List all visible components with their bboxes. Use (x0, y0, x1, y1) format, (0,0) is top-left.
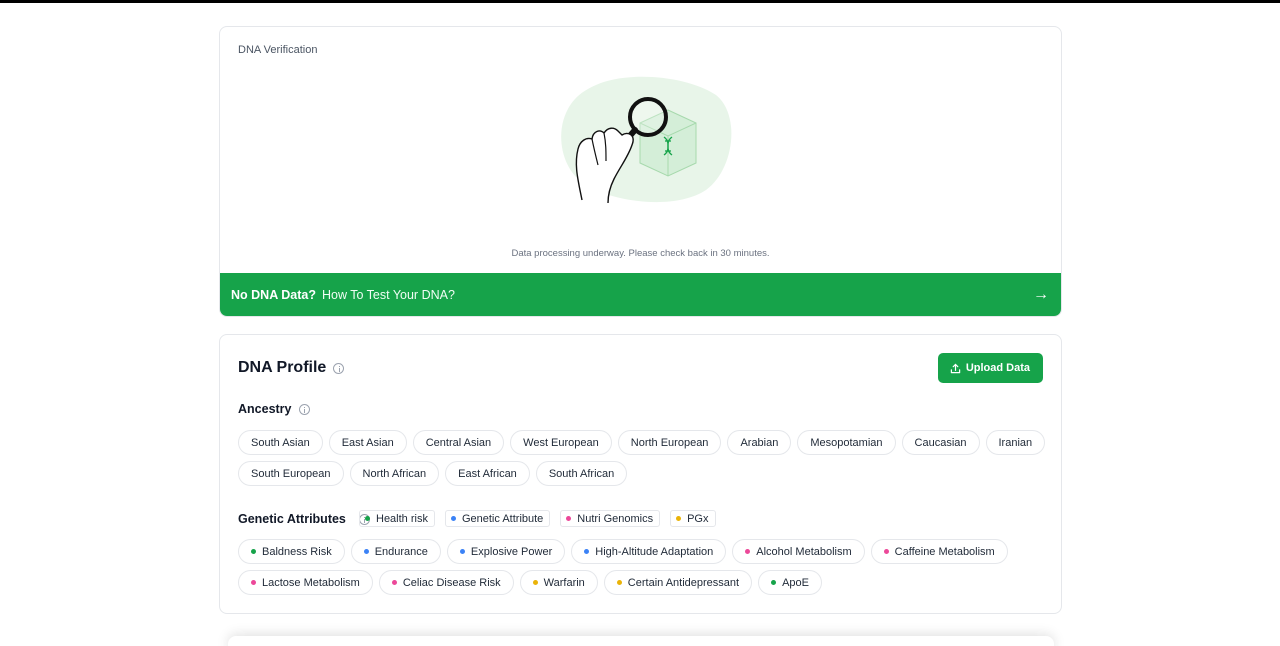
dna-verification-card: DNA Verification Data processing underwa… (219, 26, 1062, 317)
attribute-chip[interactable]: Warfarin (519, 570, 598, 595)
legend-label: Nutri Genomics (577, 512, 654, 525)
attribute-label: Warfarin (543, 576, 585, 589)
attribute-chip[interactable]: Baldness Risk (238, 539, 345, 564)
attribute-chip[interactable]: Explosive Power (446, 539, 566, 564)
dot-icon (450, 516, 456, 521)
attribute-label: Lactose Metabolism (262, 576, 360, 589)
dot-icon (566, 516, 572, 521)
profile-heading: DNA Profile (238, 359, 345, 377)
legend-pgx[interactable]: PGx (670, 510, 716, 527)
attribute-label: ApoE (782, 576, 810, 589)
dot-icon (771, 580, 777, 585)
attribute-chip[interactable]: Certain Antidepressant (603, 570, 753, 595)
upload-icon (950, 363, 961, 373)
dot-icon (251, 580, 256, 585)
dot-icon (251, 549, 256, 554)
profile-title: DNA Profile (238, 359, 327, 376)
ancestry-label: Ancestry (238, 402, 292, 416)
attribute-chip[interactable]: Endurance (350, 539, 441, 564)
attribute-label: Certain Antidepressant (627, 576, 740, 589)
legend-health-risk[interactable]: Health risk (359, 510, 435, 527)
legend-label: PGx (687, 512, 709, 525)
dot-icon (532, 580, 538, 585)
attribute-chip-row: Baldness Risk Endurance Explosive Power … (238, 539, 1014, 564)
attribute-label: Caffeine Metabolism (894, 545, 995, 558)
attribute-chip[interactable]: High-Altitude Adaptation (571, 539, 727, 564)
attribute-label: Celiac Disease Risk (402, 576, 501, 589)
dot-icon (365, 516, 370, 521)
no-dna-data-label: No DNA Data? (231, 287, 316, 302)
attribute-label: High-Altitude Adaptation (595, 545, 714, 558)
dot-icon (391, 580, 397, 585)
ancestry-chip[interactable]: South Asian (238, 430, 323, 455)
attribute-chip[interactable]: Alcohol Metabolism (732, 539, 865, 564)
attribute-chip[interactable]: ApoE (758, 570, 823, 595)
dot-icon (616, 580, 622, 585)
ancestry-heading: Ancestry (238, 402, 310, 416)
legend-nutri-genomics[interactable]: Nutri Genomics (560, 510, 661, 527)
genetic-attributes-label: Genetic Attributes (238, 512, 346, 526)
ancestry-chip[interactable]: Caucasian (901, 430, 980, 455)
ancestry-chip-row: South Asian East Asian Central Asian Wes… (238, 430, 1051, 455)
ancestry-chip[interactable]: Central Asian (412, 430, 505, 455)
dna-profile-card: DNA Profile Upload Data Ancestry South A… (219, 334, 1062, 614)
next-card-edge (228, 636, 1054, 646)
legend-label: Health risk (376, 512, 428, 525)
top-window-bar (0, 0, 1280, 3)
ancestry-chip[interactable]: Iranian (985, 430, 1046, 455)
attribute-chip-row: Lactose Metabolism Celiac Disease Risk W… (238, 570, 828, 595)
verification-title: DNA Verification (238, 44, 318, 56)
upload-data-label: Upload Data (965, 362, 1030, 374)
dot-icon (676, 516, 682, 521)
attribute-label: Alcohol Metabolism (756, 545, 852, 558)
dot-icon (363, 549, 369, 554)
ancestry-chip[interactable]: North African (349, 461, 440, 486)
ancestry-chip[interactable]: East Asian (328, 430, 407, 455)
ancestry-chip-row: South European North African East Africa… (238, 461, 633, 486)
dot-icon (745, 549, 751, 554)
processing-status-text: Data processing underway. Please check b… (511, 248, 770, 259)
dot-icon (459, 549, 465, 554)
ancestry-chip[interactable]: Mesopotamian (797, 430, 896, 455)
ancestry-chip[interactable]: North European (617, 430, 722, 455)
ancestry-chip[interactable]: South European (238, 461, 344, 486)
hand-magnifier-dna-illustration (561, 76, 732, 204)
attribute-chip[interactable]: Caffeine Metabolism (870, 539, 1008, 564)
info-icon[interactable] (333, 362, 345, 374)
attribute-chip[interactable]: Lactose Metabolism (238, 570, 373, 595)
how-to-test-dna-banner[interactable]: No DNA Data? How To Test Your DNA? → (220, 273, 1061, 316)
attribute-legend: Health risk Genetic Attribute Nutri Geno… (359, 510, 726, 527)
attribute-chip[interactable]: Celiac Disease Risk (378, 570, 514, 595)
ancestry-chip[interactable]: South African (535, 461, 628, 486)
arrow-right-icon[interactable]: → (1033, 286, 1049, 304)
dot-icon (584, 549, 590, 554)
attribute-label: Endurance (374, 545, 428, 558)
legend-genetic-attribute[interactable]: Genetic Attribute (444, 510, 551, 527)
genetic-attributes-heading: Genetic Attributes (238, 512, 370, 526)
ancestry-chip[interactable]: West European (510, 430, 612, 455)
dot-icon (883, 549, 889, 554)
ancestry-chip[interactable]: Arabian (727, 430, 792, 455)
ancestry-chip[interactable]: East African (445, 461, 530, 486)
how-to-test-link[interactable]: How To Test Your DNA? (322, 288, 455, 302)
legend-label: Genetic Attribute (461, 512, 544, 525)
attribute-label: Baldness Risk (262, 545, 332, 558)
info-icon[interactable] (298, 403, 310, 415)
attribute-label: Explosive Power (470, 545, 553, 558)
upload-data-button[interactable]: Upload Data (937, 353, 1043, 383)
